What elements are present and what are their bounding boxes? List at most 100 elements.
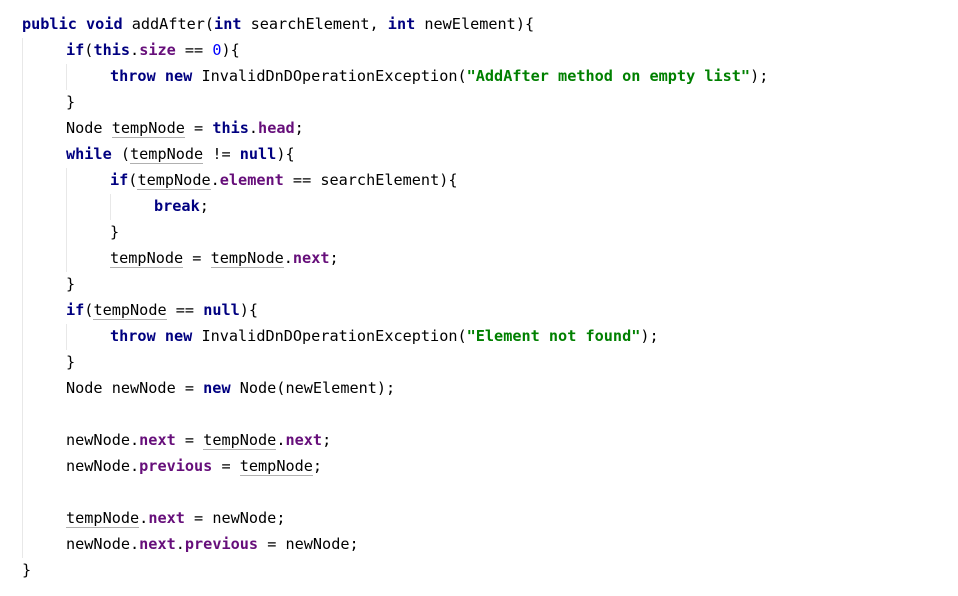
code-token: "Element not found" xyxy=(466,327,641,345)
code-token: next xyxy=(292,249,330,267)
code-token: if xyxy=(66,301,85,319)
code-token: } xyxy=(66,93,76,111)
code-line: throw new InvalidDnDOperationException("… xyxy=(110,63,768,89)
code-token: void xyxy=(86,15,123,33)
code-token: ); xyxy=(640,327,659,345)
code-token: newNode. xyxy=(66,431,140,449)
code-line: newNode.next.previous = newNode; xyxy=(66,531,359,557)
code-token: tempNode xyxy=(203,431,277,450)
code-token: == xyxy=(175,41,213,59)
code-line: newNode.next = tempNode.next; xyxy=(66,427,331,453)
code-token: } xyxy=(110,223,120,241)
code-token: previous xyxy=(184,535,259,553)
code-token: InvalidDnDOperationException( xyxy=(192,327,467,345)
indent-guide xyxy=(66,324,67,350)
code-token: ; xyxy=(199,197,209,215)
code-token: tempNode xyxy=(111,119,185,138)
code-token: "AddAfter method on empty list" xyxy=(466,67,751,85)
code-token: next xyxy=(148,509,185,527)
code-token: } xyxy=(66,353,76,371)
code-token: ( xyxy=(111,145,131,163)
code-line: } xyxy=(22,557,31,583)
code-token: ){ xyxy=(239,301,259,319)
code-token: Node xyxy=(66,119,112,137)
code-token: = newNode; xyxy=(258,535,359,553)
code-token: throw xyxy=(110,327,156,345)
code-line: tempNode.next = newNode; xyxy=(66,505,285,531)
code-token: tempNode xyxy=(210,249,284,268)
code-line: } xyxy=(66,89,75,115)
code-token: next xyxy=(285,431,323,449)
code-line: } xyxy=(66,271,75,297)
code-line: while (tempNode != null){ xyxy=(66,141,295,167)
code-line: if(tempNode.element == searchElement){ xyxy=(110,167,458,193)
code-line: } xyxy=(110,219,119,245)
code-token: != xyxy=(203,145,240,163)
code-token: . xyxy=(210,171,220,189)
code-token: if xyxy=(110,171,129,189)
code-token: ; xyxy=(329,249,339,267)
code-token: null xyxy=(203,301,240,319)
code-token: throw xyxy=(110,67,156,85)
code-token: tempNode xyxy=(137,171,211,190)
code-line: if(tempNode == null){ xyxy=(66,297,258,323)
code-token: new xyxy=(164,327,193,345)
code-token: new xyxy=(164,67,193,85)
code-token: tempNode xyxy=(130,145,204,164)
code-token: = xyxy=(183,249,211,267)
code-token: . xyxy=(139,509,149,527)
code-token: public xyxy=(22,15,77,33)
code-token: = xyxy=(184,119,213,137)
code-token: ); xyxy=(750,67,769,85)
code-token: = xyxy=(175,431,204,449)
code-token: ; xyxy=(294,119,304,137)
code-token: int xyxy=(214,15,242,33)
code-token: = xyxy=(212,457,240,475)
code-token: ){ xyxy=(276,145,295,163)
code-token: Node newNode = xyxy=(66,379,204,397)
code-token: previous xyxy=(139,457,213,475)
indent-guide xyxy=(66,64,67,90)
code-token: 0 xyxy=(212,41,222,59)
code-token: . xyxy=(175,535,185,553)
code-editor[interactable]: public void addAfter(int searchElement, … xyxy=(0,0,958,596)
code-token: searchElement, xyxy=(241,15,388,33)
code-token: next xyxy=(139,431,176,449)
code-token: } xyxy=(66,275,76,293)
code-token: this xyxy=(93,41,131,59)
code-line: Node tempNode = this.head; xyxy=(66,115,304,141)
code-token: newNode. xyxy=(66,457,140,475)
code-token: . xyxy=(248,119,259,137)
code-token: = newNode; xyxy=(184,509,286,527)
code-token: element xyxy=(219,171,284,189)
code-token: addAfter( xyxy=(122,15,215,33)
code-token: if xyxy=(66,41,85,59)
code-token: == xyxy=(166,301,204,319)
code-token: next xyxy=(139,535,176,553)
code-token: . xyxy=(283,249,293,267)
code-token: newElement){ xyxy=(415,15,535,33)
code-line: tempNode = tempNode.next; xyxy=(110,245,339,271)
indent-guide xyxy=(110,194,111,220)
code-token: int xyxy=(387,15,416,33)
code-token: ; xyxy=(312,457,323,475)
code-token: tempNode xyxy=(110,249,184,268)
code-token: } xyxy=(22,561,32,579)
indent-guide xyxy=(66,168,67,272)
code-token: new xyxy=(203,379,231,397)
code-token: newNode. xyxy=(66,535,140,553)
code-line: } xyxy=(66,349,75,375)
code-line: Node newNode = new Node(newElement); xyxy=(66,375,395,401)
code-token: this xyxy=(212,119,249,137)
code-line: throw new InvalidDnDOperationException("… xyxy=(110,323,659,349)
indent-guide xyxy=(22,38,23,558)
code-token: while xyxy=(66,145,112,163)
code-token: tempNode xyxy=(66,509,140,528)
code-line: newNode.previous = tempNode; xyxy=(66,453,322,479)
code-token: == searchElement){ xyxy=(283,171,458,189)
code-token: size xyxy=(139,41,176,59)
code-line: public void addAfter(int searchElement, … xyxy=(22,11,534,37)
